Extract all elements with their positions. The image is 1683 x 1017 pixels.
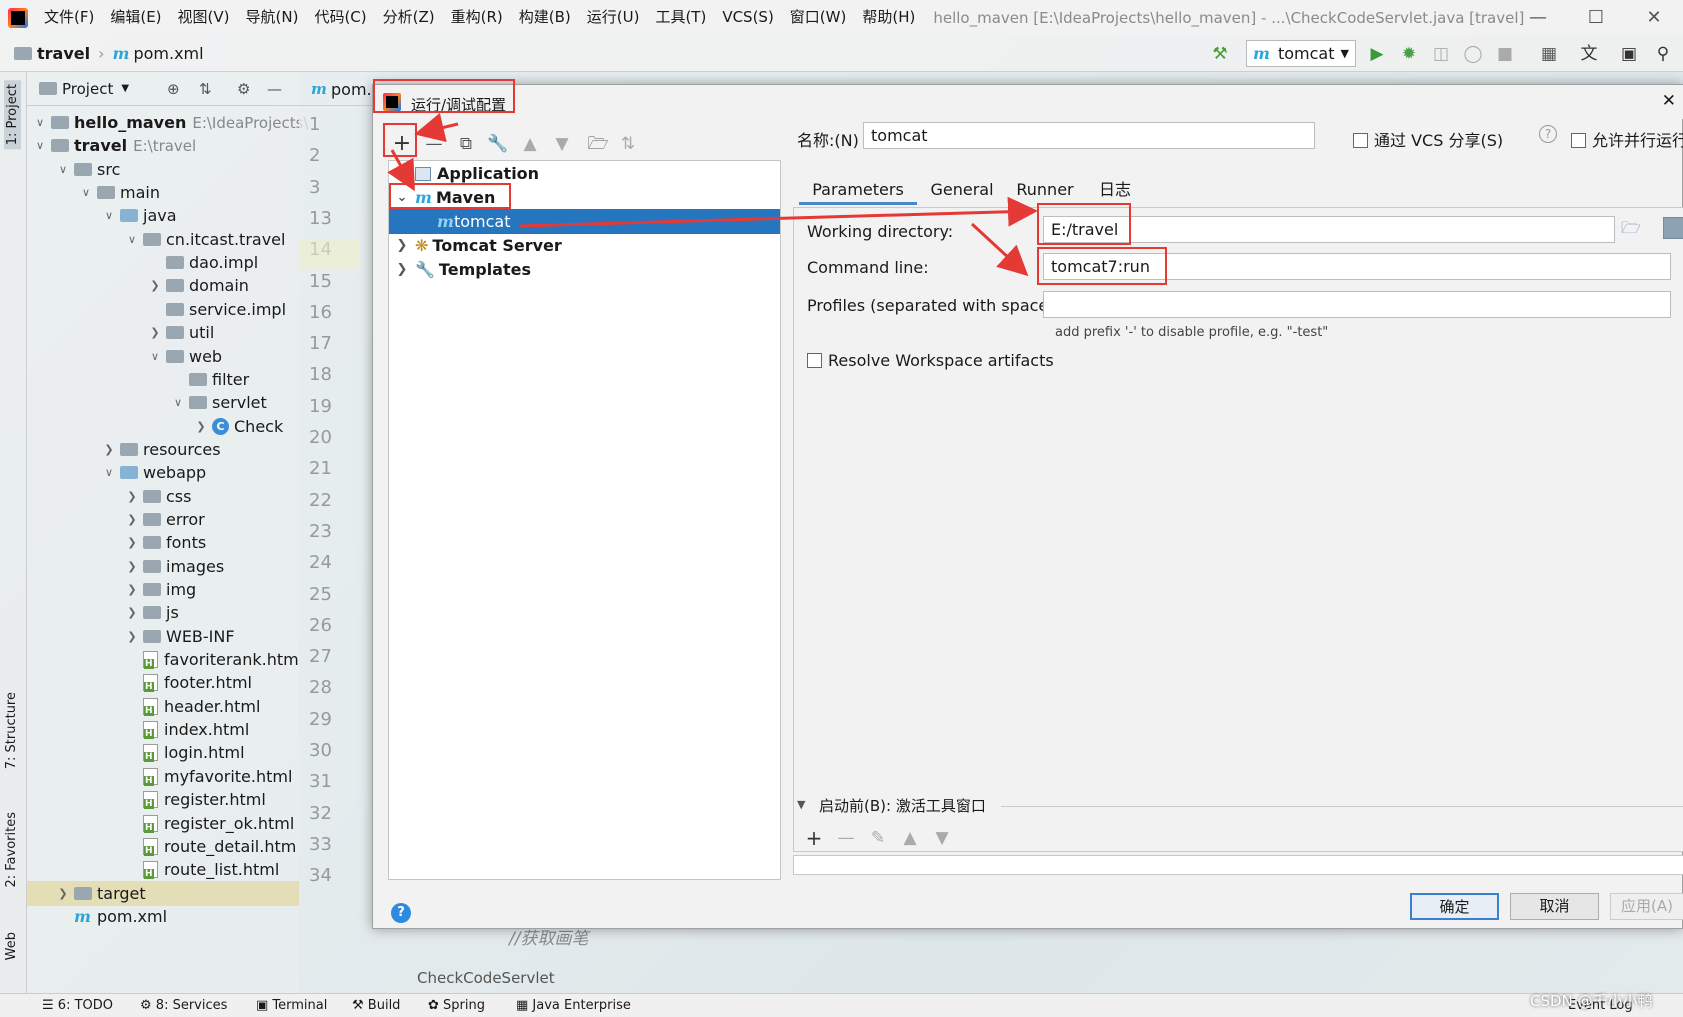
arrow-to-maven — [387, 149, 415, 192]
arrow-to-command-line — [970, 222, 1029, 277]
arrow-to-working-dir — [519, 196, 1038, 228]
arrow-to-add — [414, 112, 459, 143]
annotation-arrows — [387, 112, 1038, 277]
